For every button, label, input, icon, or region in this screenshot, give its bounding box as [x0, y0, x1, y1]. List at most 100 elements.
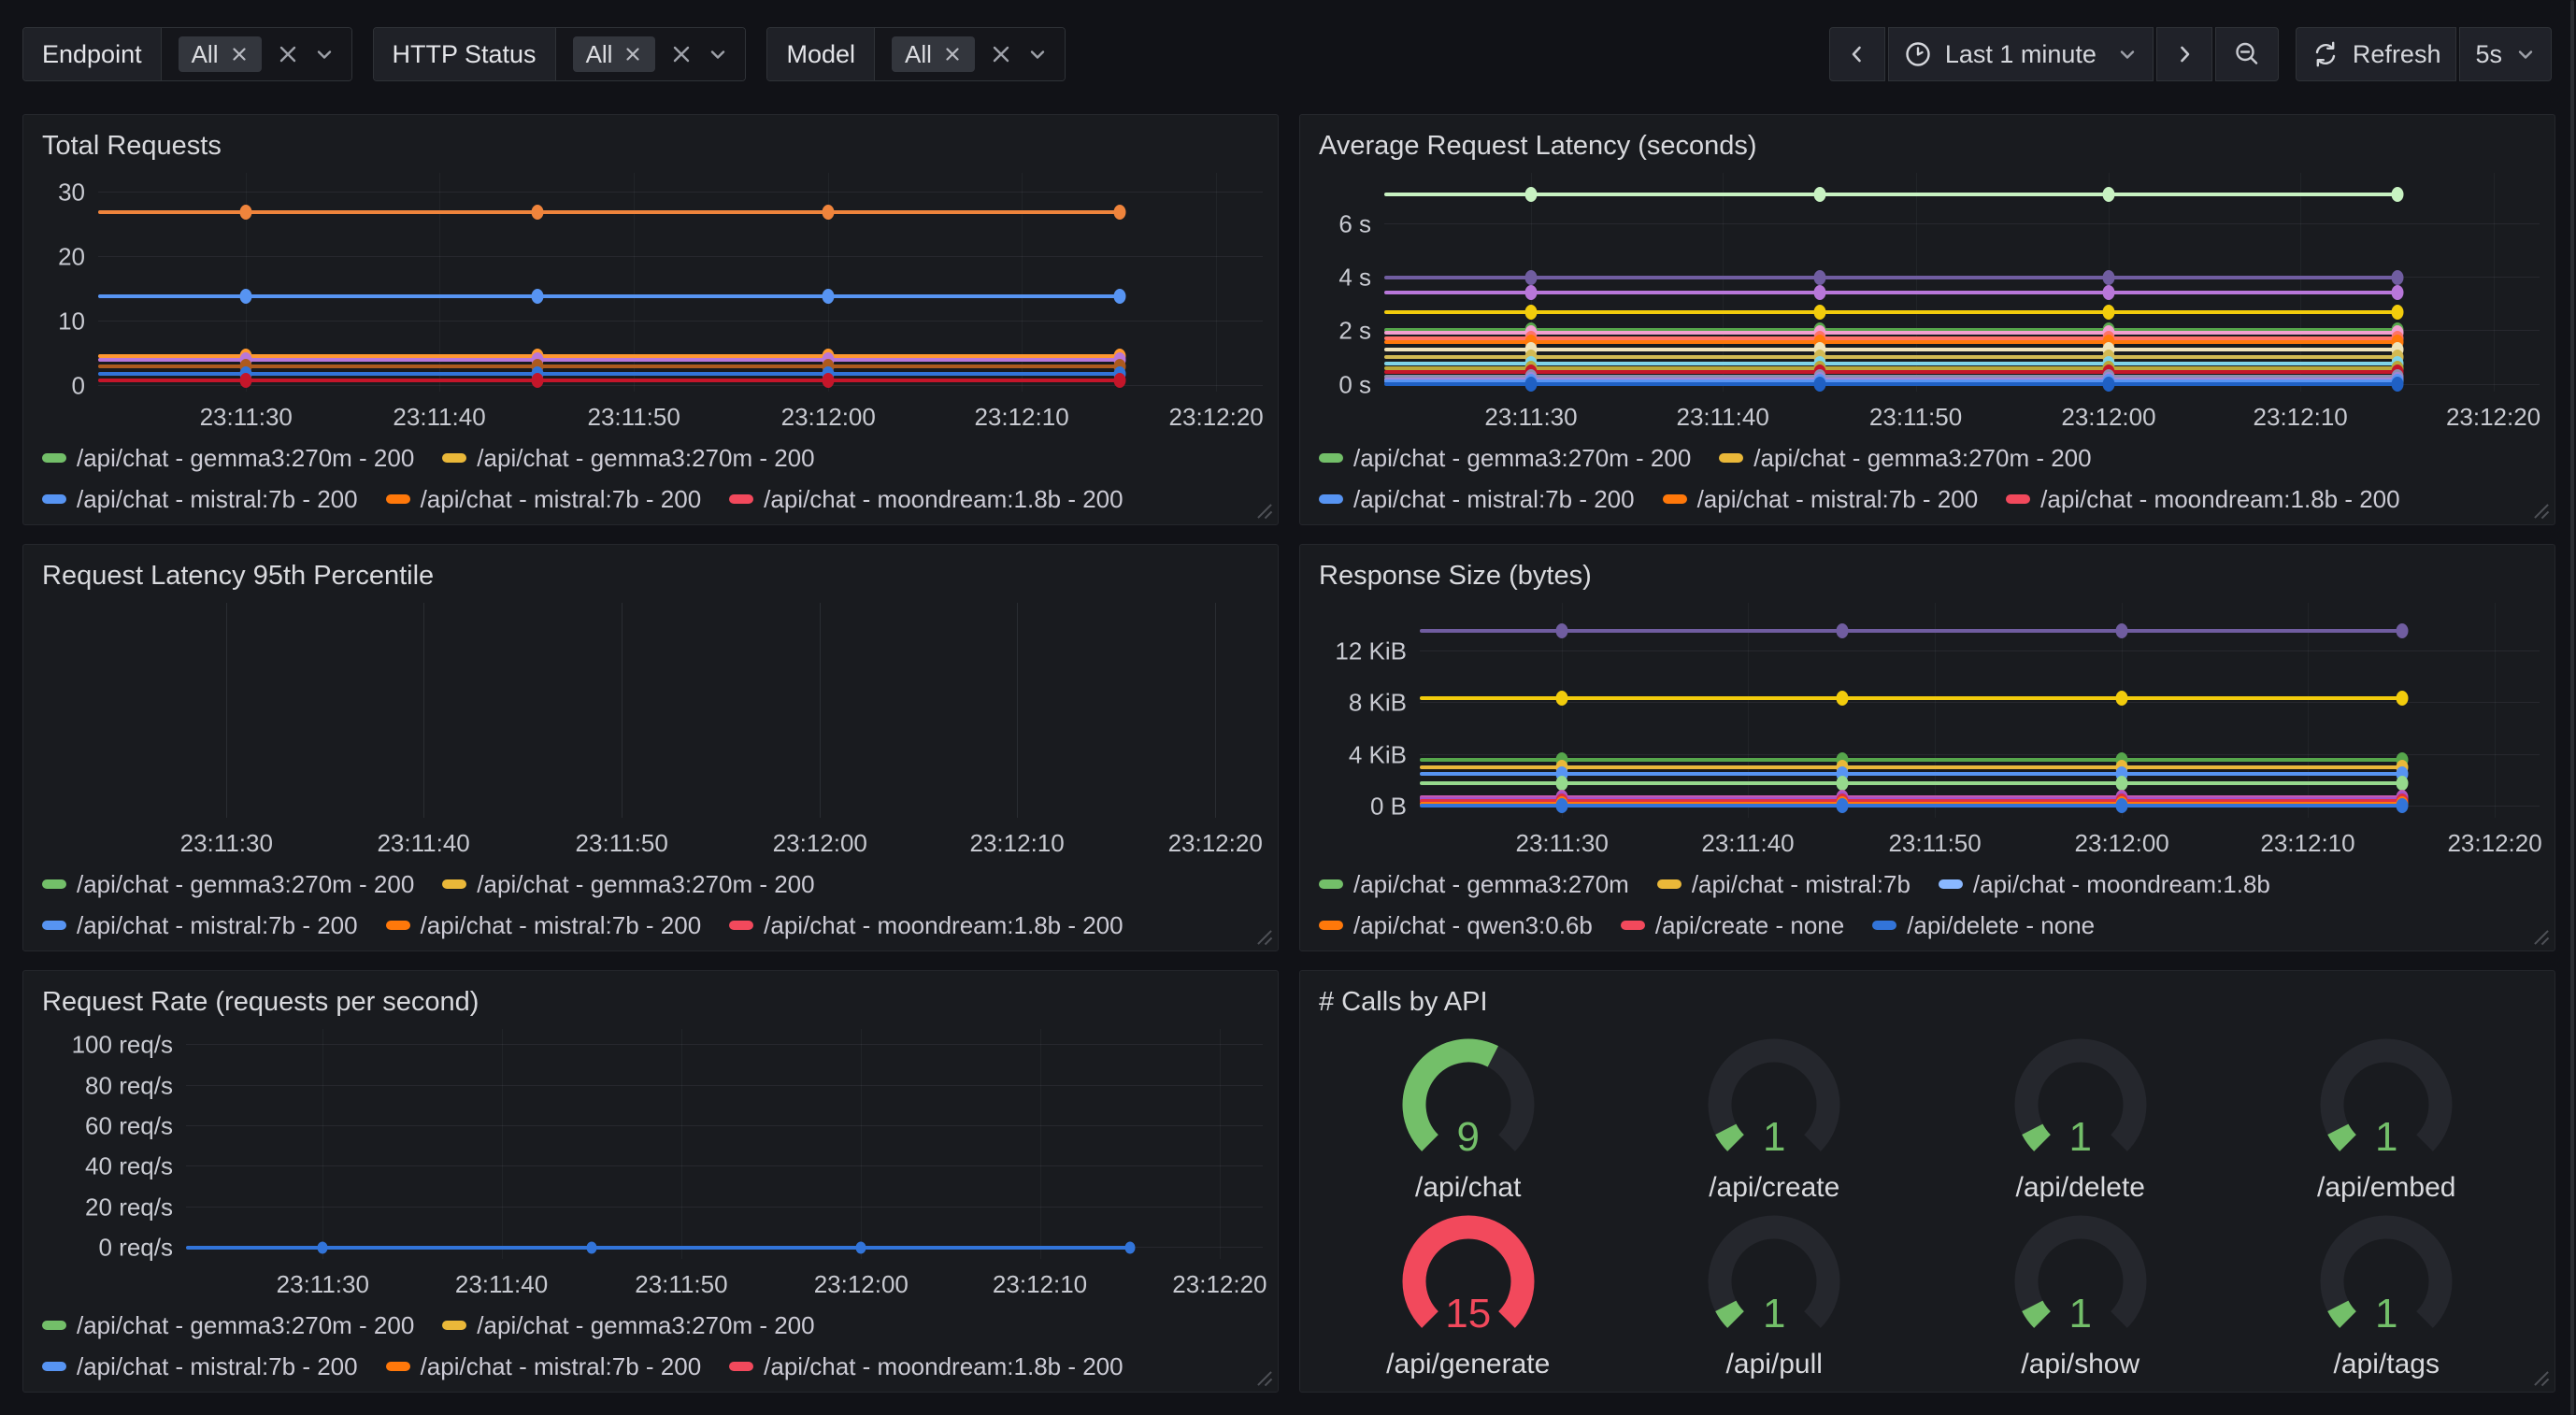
legend-item[interactable]: /api/create - none — [1621, 911, 1844, 940]
remove-value-icon[interactable] — [230, 45, 249, 64]
chevron-right-icon — [2174, 44, 2195, 64]
scrollbar[interactable] — [2570, 0, 2574, 1415]
legend-item[interactable]: /api/chat - gemma3:270m - 200 — [42, 870, 414, 899]
filter-chip[interactable]: All — [179, 36, 262, 72]
clear-filter-icon[interactable] — [990, 43, 1012, 65]
data-point — [2102, 305, 2114, 320]
panel-resize-handle[interactable] — [1256, 929, 1273, 946]
legend-series-swatch — [42, 1362, 66, 1371]
x-axis: 23:11:3023:11:4023:11:5023:12:0023:12:10… — [1420, 818, 2540, 857]
y-axis-label: 0 req/s — [38, 1234, 173, 1263]
legend-item[interactable]: /api/chat - gemma3:270m - 200 — [1719, 444, 2091, 473]
x-axis-label: 23:11:40 — [455, 1270, 548, 1299]
chevron-down-icon[interactable] — [708, 44, 728, 64]
panel-title[interactable]: Request Latency 95th Percentile — [42, 560, 1263, 592]
data-point — [587, 1242, 597, 1254]
panel-request-latency-95th-percentile: Request Latency 95th Percentile 23:11:30… — [22, 544, 1279, 951]
time-shift-back-button[interactable] — [1829, 27, 1885, 81]
legend-item[interactable]: /api/chat - mistral:7b - 200 — [386, 1352, 702, 1381]
filter-chip[interactable]: All — [573, 36, 656, 72]
legend-item[interactable]: /api/chat - moondream:1.8b - 200 — [729, 485, 1123, 514]
gauge-api-tags: 1/api/tags — [2234, 1206, 2540, 1382]
grid-line-horizontal — [98, 256, 1263, 257]
legend-series-swatch — [42, 921, 66, 930]
grid-line-vertical — [226, 603, 227, 818]
gauge-value: 9 — [1386, 1114, 1551, 1161]
panel-resize-handle[interactable] — [2533, 503, 2550, 520]
zoom-out-time-button[interactable] — [2215, 27, 2279, 81]
y-axis-label: 6 s — [1315, 209, 1371, 238]
data-point — [2391, 305, 2403, 320]
chevron-down-icon[interactable] — [314, 44, 335, 64]
legend-item[interactable]: /api/chat - mistral:7b - 200 — [386, 485, 702, 514]
panel-resize-handle[interactable] — [2533, 1370, 2550, 1387]
legend-item[interactable]: /api/chat - gemma3:270m - 200 — [442, 870, 814, 899]
data-point — [318, 1242, 328, 1254]
legend-series-label: /api/chat - moondream:1.8b - 200 — [2040, 485, 2399, 514]
legend-item[interactable]: /api/chat - mistral:7b — [1657, 870, 1911, 899]
legend-item[interactable]: /api/chat - mistral:7b - 200 — [1663, 485, 1979, 514]
legend-item[interactable]: /api/chat - gemma3:270m - 200 — [42, 1311, 414, 1340]
legend-item[interactable]: /api/chat - mistral:7b - 200 — [42, 1352, 358, 1381]
filter-value: All — [556, 28, 746, 80]
panel-title[interactable]: # Calls by API — [1319, 986, 2540, 1018]
panel-title[interactable]: Total Requests — [42, 130, 1263, 162]
legend-item[interactable]: /api/chat - moondream:1.8b — [1939, 870, 2270, 899]
filter-chip[interactable]: All — [892, 36, 975, 72]
panel-resize-handle[interactable] — [2533, 929, 2550, 946]
chevron-down-icon[interactable] — [1027, 44, 1048, 64]
panel-resize-handle[interactable] — [1256, 503, 1273, 520]
x-axis-label: 23:11:50 — [588, 403, 680, 432]
legend-item[interactable]: /api/chat - moondream:1.8b - 200 — [2006, 485, 2399, 514]
panel-title[interactable]: Average Request Latency (seconds) — [1319, 130, 2540, 162]
gauge-label: /api/create — [1709, 1172, 1839, 1204]
time-range-picker[interactable]: Last 1 minute — [1888, 27, 2154, 81]
legend-item[interactable]: /api/chat - mistral:7b - 200 — [1319, 485, 1635, 514]
legend-item[interactable]: /api/chat - gemma3:270m - 200 — [442, 444, 814, 473]
legend-series-swatch — [42, 1321, 66, 1330]
legend-item[interactable]: /api/chat - moondream:1.8b - 200 — [729, 1352, 1123, 1381]
legend-item[interactable]: /api/chat - gemma3:270m - 200 — [1319, 444, 1691, 473]
legend-item[interactable]: /api/chat - gemma3:270m - 200 — [442, 1311, 814, 1340]
legend-item[interactable]: /api/chat - qwen3:0.6b — [1319, 911, 1593, 940]
legend-item[interactable]: /api/chat - gemma3:270m - 200 — [42, 444, 414, 473]
data-point — [2116, 798, 2128, 813]
legend-item[interactable]: /api/delete - none — [1872, 911, 2095, 940]
legend-item[interactable]: /api/chat - mistral:7b - 200 — [42, 911, 358, 940]
data-point — [1524, 305, 1537, 320]
panel-resize-handle[interactable] — [1256, 1370, 1273, 1387]
legend-item[interactable]: /api/chat - moondream:1.8b - 200 — [729, 911, 1123, 940]
time-shift-forward-button[interactable] — [2156, 27, 2212, 81]
x-axis: 23:11:3023:11:4023:11:5023:12:0023:12:10… — [76, 818, 1263, 857]
legend: /api/chat - gemma3:270m - 200/api/chat -… — [42, 1311, 1263, 1380]
panel-title[interactable]: Response Size (bytes) — [1319, 560, 2540, 592]
clear-filter-icon[interactable] — [670, 43, 693, 65]
clear-filter-icon[interactable] — [277, 43, 299, 65]
refresh-interval-value: 5s — [2475, 40, 2502, 69]
data-point — [1836, 776, 1848, 791]
legend-item[interactable]: /api/chat - gemma3:270m — [1319, 870, 1629, 899]
legend-row: /api/chat - gemma3:270m - 200/api/chat -… — [1319, 444, 2540, 472]
grid-line-vertical — [681, 1029, 682, 1259]
remove-value-icon[interactable] — [623, 45, 642, 64]
legend-series-label: /api/chat - mistral:7b - 200 — [421, 911, 702, 940]
refresh-button[interactable]: Refresh — [2296, 27, 2457, 81]
data-point — [856, 1242, 866, 1254]
legend-item[interactable]: /api/chat - mistral:7b - 200 — [42, 485, 358, 514]
panel-title[interactable]: Request Rate (requests per second) — [42, 986, 1263, 1018]
refresh-group: Refresh 5s — [2296, 27, 2552, 81]
legend-series-label: /api/chat - moondream:1.8b - 200 — [764, 911, 1123, 940]
legend-item[interactable]: /api/chat - mistral:7b - 200 — [386, 911, 702, 940]
remove-value-icon[interactable] — [943, 45, 962, 64]
y-axis-label: 20 — [38, 243, 85, 272]
x-axis-label: 23:11:30 — [1516, 829, 1609, 858]
x-axis-label: 23:11:50 — [1888, 829, 1981, 858]
gauge-api-chat: 9/api/chat — [1315, 1029, 1622, 1206]
grid-line-horizontal — [186, 1165, 1263, 1166]
filter-chip-value: All — [192, 40, 219, 69]
data-point — [240, 289, 252, 304]
chevron-down-icon — [2515, 44, 2536, 64]
grid-line-vertical — [820, 603, 821, 818]
refresh-interval-picker[interactable]: 5s — [2459, 27, 2552, 81]
legend-series-label: /api/chat - qwen3:0.6b — [1353, 911, 1593, 940]
